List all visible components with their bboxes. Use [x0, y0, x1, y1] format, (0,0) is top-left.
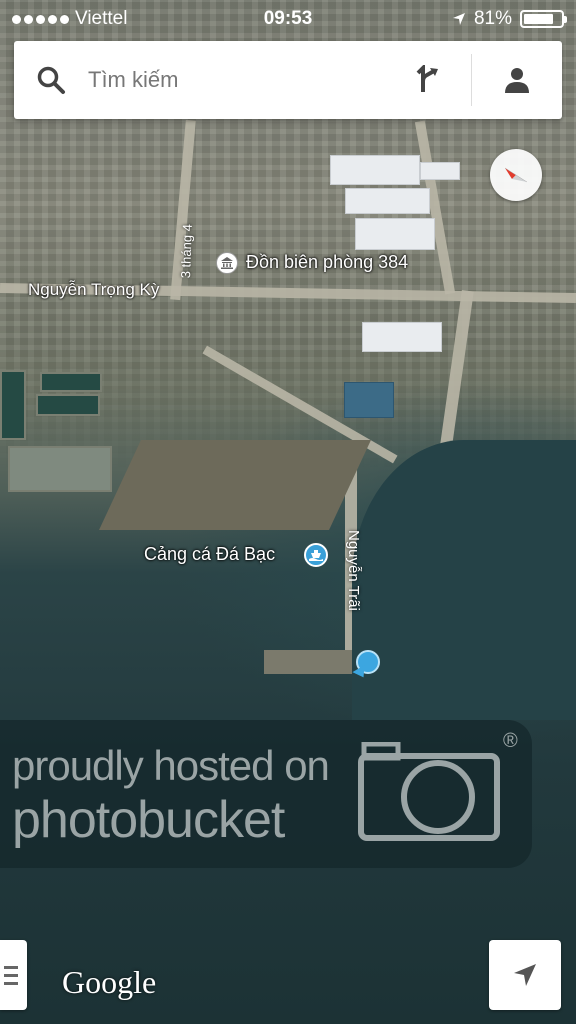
registered-mark: ® [503, 730, 518, 752]
search-icon[interactable] [14, 41, 88, 119]
ship-icon[interactable] [304, 543, 328, 567]
building-2 [355, 218, 435, 250]
watermark-line2: photobucket [12, 791, 285, 849]
street-label-nguyen-trong-ky: Nguyễn Trọng Kỳ [28, 280, 160, 299]
search-input[interactable] [88, 67, 387, 93]
street-label-3-thang-4: 3 tháng 4 [178, 223, 195, 279]
directions-button[interactable] [387, 41, 471, 119]
port-land [99, 440, 371, 530]
building-5 [420, 162, 460, 180]
pond-4 [8, 446, 112, 492]
watermark-line1: proudly hosted on [12, 742, 330, 789]
status-time: 09:53 [263, 8, 313, 29]
compass-icon [504, 167, 528, 183]
museum-icon[interactable] [216, 252, 238, 274]
building-3 [345, 188, 430, 214]
building-4 [362, 322, 442, 352]
building-6 [344, 382, 394, 418]
compass-button[interactable] [490, 149, 542, 201]
camera-icon [358, 742, 500, 841]
menu-button[interactable] [0, 940, 27, 1010]
battery-fill [524, 14, 554, 24]
search-bar [14, 41, 562, 119]
poi-label-don-bien-phong[interactable]: Đồn biên phòng 384 [246, 252, 408, 273]
status-bar: Viettel 09:53 81% [0, 0, 576, 38]
poi-label-cang-ca-da-bac[interactable]: Cảng cá Đá Bạc [144, 544, 275, 565]
battery-icon [520, 10, 567, 28]
battery-percent: 81% [473, 8, 512, 29]
bay-water [352, 440, 576, 720]
building-1 [330, 155, 420, 185]
pier [264, 650, 360, 674]
directions-icon [416, 65, 438, 92]
google-logo: Google [62, 964, 157, 1000]
pond-1 [0, 370, 26, 440]
location-services-icon [452, 13, 465, 25]
satellite-map[interactable]: Nguyễn Trọng Kỳ 3 tháng 4 Nguyễn Trãi Đồ… [0, 0, 576, 1024]
profile-button[interactable] [472, 41, 562, 119]
pond-3 [36, 394, 100, 416]
person-icon [505, 68, 529, 93]
street-label-nguyen-trai: Nguyễn Trãi [345, 530, 362, 611]
pond-2 [40, 372, 102, 392]
signal-strength-icon [12, 14, 69, 24]
my-location-button[interactable] [489, 940, 561, 1010]
carrier-name: Viettel [75, 8, 128, 29]
navigation-arrow-icon [514, 964, 536, 986]
